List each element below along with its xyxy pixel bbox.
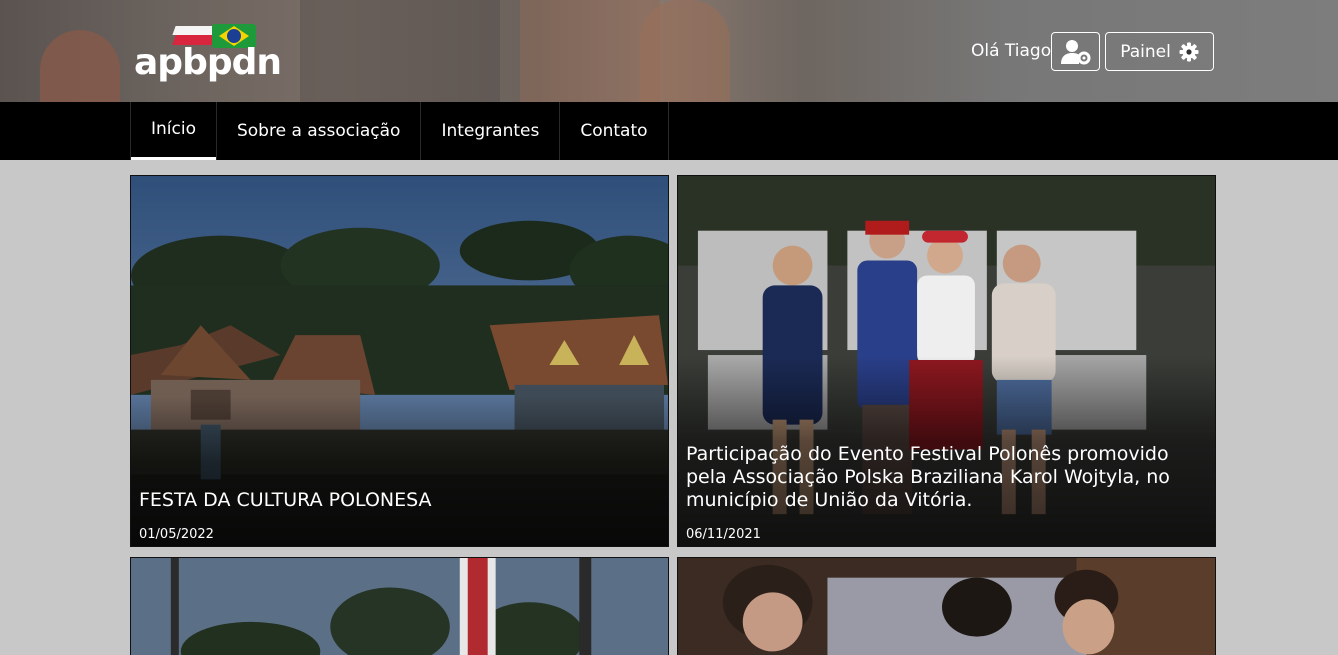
card-overlay bbox=[131, 396, 668, 546]
site-header: apbpdn Olá Tiago Painel bbox=[0, 0, 1338, 102]
post-card[interactable] bbox=[130, 557, 669, 655]
post-date: 06/11/2021 bbox=[686, 527, 761, 542]
nav-item-label: Sobre a associação bbox=[236, 121, 401, 141]
nav-item-label: Integrantes bbox=[441, 121, 540, 141]
gear-icon bbox=[1179, 42, 1199, 61]
post-image-workshop bbox=[678, 558, 1215, 655]
nav-item-sobre[interactable]: Sobre a associação bbox=[217, 102, 422, 160]
site-logo[interactable]: apbpdn bbox=[134, 24, 298, 83]
header-background-tower bbox=[640, 0, 730, 102]
header-background-shadow bbox=[300, 0, 500, 102]
nav-item-label: Início bbox=[151, 119, 196, 139]
post-card[interactable] bbox=[677, 557, 1216, 655]
post-date: 01/05/2022 bbox=[139, 527, 214, 542]
user-cog-icon bbox=[1060, 39, 1090, 64]
post-title[interactable]: FESTA DA CULTURA POLONESA bbox=[139, 489, 638, 512]
header-background-building bbox=[520, 0, 660, 102]
nav-item-contato[interactable]: Contato bbox=[560, 102, 669, 160]
post-card[interactable]: Participação do Evento Festival Polonês … bbox=[677, 175, 1216, 547]
nav-item-integrantes[interactable]: Integrantes bbox=[421, 102, 561, 160]
post-image-park bbox=[131, 558, 668, 655]
post-card[interactable]: FESTA DA CULTURA POLONESA 01/05/2022 bbox=[130, 175, 669, 547]
panel-button-label: Painel bbox=[1120, 41, 1171, 62]
post-title[interactable]: Participação do Evento Festival Polonês … bbox=[686, 443, 1185, 512]
active-nav-indicator bbox=[131, 157, 216, 160]
main-navigation: Início Sobre a associação Integrantes Co… bbox=[0, 102, 1338, 160]
nav-item-label: Contato bbox=[580, 121, 648, 141]
user-greeting: Olá Tiago bbox=[971, 41, 1052, 61]
user-settings-button[interactable] bbox=[1051, 32, 1100, 71]
nav-item-inicio[interactable]: Início bbox=[130, 102, 217, 160]
panel-button[interactable]: Painel bbox=[1105, 32, 1214, 71]
logo-text: apbpdn bbox=[134, 42, 282, 83]
header-background-tower bbox=[40, 30, 120, 102]
